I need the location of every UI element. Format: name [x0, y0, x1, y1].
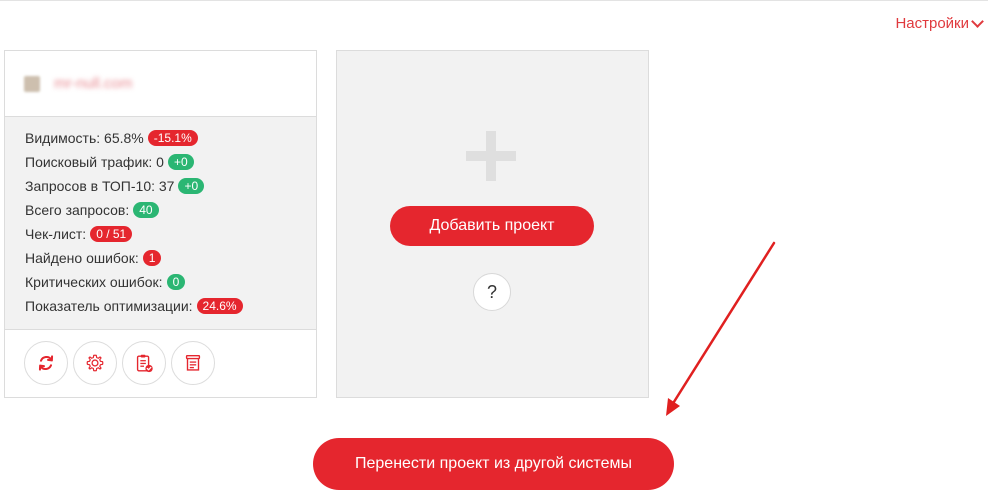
settings-dropdown[interactable]: Настройки — [895, 14, 984, 32]
stat-badge: 0 / 51 — [90, 226, 133, 242]
top-divider — [0, 0, 988, 1]
gear-icon — [86, 354, 104, 372]
help-button[interactable]: ? — [473, 273, 511, 311]
project-card-header[interactable]: mr-null.com — [5, 51, 316, 117]
report-button[interactable] — [171, 341, 215, 385]
stat-label: Критических ошибок: — [25, 274, 163, 290]
stat-badge: -15.1% — [147, 130, 198, 146]
stat-search-traffic: Поисковый трафик: 0 +0 — [25, 150, 316, 174]
stat-badge: 1 — [142, 250, 162, 266]
transfer-project-button[interactable]: Перенести проект из другой системы — [313, 438, 674, 490]
chevron-down-icon — [971, 14, 984, 28]
stat-label: Запросов в ТОП-10: 37 — [25, 178, 175, 194]
stat-badge: +0 — [167, 154, 194, 170]
project-stats: Видимость: 65.8% -15.1% Поисковый трафик… — [5, 117, 316, 330]
stat-badge: 24.6% — [196, 298, 243, 314]
checklist-icon — [136, 354, 153, 373]
stat-label: Показатель оптимизации: — [25, 298, 193, 314]
settings-label: Настройки — [895, 15, 969, 32]
stat-label: Чек-лист: — [25, 226, 87, 242]
project-card: mr-null.com Видимость: 65.8% -15.1% Поис… — [4, 50, 317, 398]
stat-errors: Найдено ошибок: 1 — [25, 246, 316, 270]
report-icon — [185, 354, 201, 371]
site-favicon — [24, 75, 40, 92]
stat-label: Видимость: 65.8% — [25, 130, 144, 146]
plus-icon — [466, 131, 516, 181]
stat-badge: 40 — [133, 202, 159, 218]
stat-badge: +0 — [178, 178, 205, 194]
stat-top10: Запросов в ТОП-10: 37 +0 — [25, 174, 316, 198]
checklist-button[interactable] — [122, 341, 166, 385]
stat-total-queries: Всего запросов: 40 — [25, 198, 316, 222]
add-project-card: Добавить проект ? — [336, 50, 649, 398]
stat-badge: 0 — [166, 274, 186, 290]
stat-label: Найдено ошибок: — [25, 250, 139, 266]
project-domain[interactable]: mr-null.com — [54, 75, 132, 92]
stat-optimization: Показатель оптимизации: 24.6% — [25, 294, 316, 318]
project-actions — [5, 330, 316, 396]
stat-checklist: Чек-лист: 0 / 51 — [25, 222, 316, 246]
refresh-button[interactable] — [24, 341, 68, 385]
stat-label: Поисковый трафик: 0 — [25, 154, 164, 170]
refresh-icon — [38, 355, 54, 371]
stat-critical-errors: Критических ошибок: 0 — [25, 270, 316, 294]
settings-button[interactable] — [73, 341, 117, 385]
stat-visibility: Видимость: 65.8% -15.1% — [25, 126, 316, 150]
add-project-button[interactable]: Добавить проект — [390, 206, 594, 246]
stat-label: Всего запросов: — [25, 202, 130, 218]
